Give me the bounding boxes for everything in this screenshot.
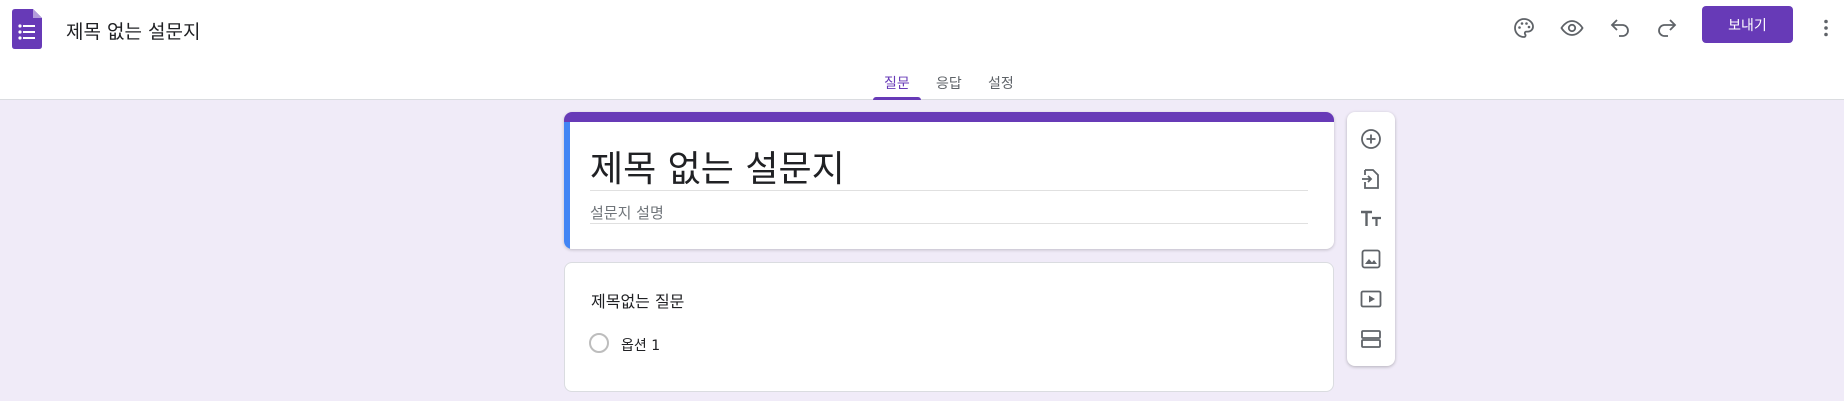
add-image-icon[interactable] [1353, 241, 1389, 277]
tab-settings[interactable]: 설정 [988, 73, 1014, 93]
tab-responses[interactable]: 응답 [936, 73, 962, 93]
document-title[interactable]: 제목 없는 설문지 [66, 17, 200, 44]
active-tab-indicator [873, 97, 921, 100]
forms-logo-icon[interactable] [12, 9, 42, 49]
form-title-card: 제목 없는 설문지 설문지 설명 [564, 112, 1334, 249]
add-question-icon[interactable] [1353, 121, 1389, 157]
tab-questions[interactable]: 질문 [884, 73, 910, 93]
top-bar: 제목 없는 설문지 보내기 질문 응답 설정 [0, 0, 1844, 100]
undo-icon[interactable] [1602, 10, 1638, 46]
option-label[interactable]: 옵션 1 [621, 335, 660, 355]
focus-indicator [564, 122, 570, 249]
question-title[interactable]: 제목없는 질문 [591, 288, 684, 312]
accent-bar [564, 112, 1334, 122]
add-video-icon[interactable] [1353, 281, 1389, 317]
divider [590, 190, 1308, 191]
tab-bar: 질문 응답 설정 [0, 70, 1844, 100]
eye-icon[interactable] [1554, 10, 1590, 46]
form-description-input[interactable]: 설문지 설명 [590, 202, 664, 223]
more-vert-icon[interactable] [1808, 10, 1844, 46]
send-button[interactable]: 보내기 [1702, 6, 1793, 43]
add-section-icon[interactable] [1353, 321, 1389, 357]
radio-button[interactable] [589, 333, 609, 353]
form-title-input[interactable]: 제목 없는 설문지 [590, 140, 845, 192]
add-title-icon[interactable] [1353, 201, 1389, 237]
palette-icon[interactable] [1506, 10, 1542, 46]
import-questions-icon[interactable] [1353, 161, 1389, 197]
question-card[interactable]: 제목없는 질문 옵션 1 [564, 262, 1334, 392]
divider [590, 223, 1308, 224]
side-toolbar [1347, 112, 1395, 366]
redo-icon[interactable] [1649, 10, 1685, 46]
